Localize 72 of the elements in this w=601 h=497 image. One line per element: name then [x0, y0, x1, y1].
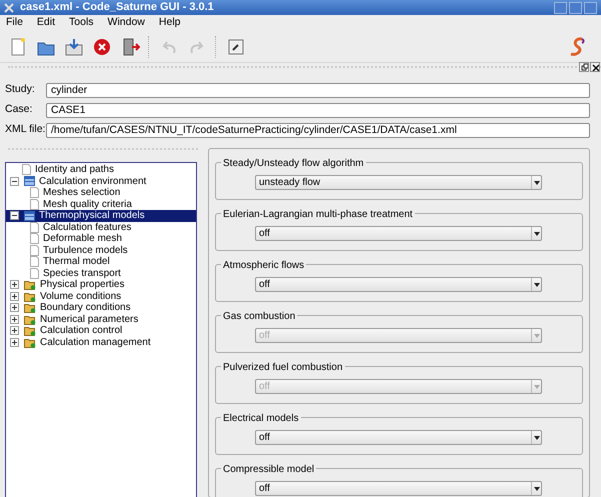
- tree-item[interactable]: Boundary conditions: [6, 302, 196, 314]
- dropdown[interactable]: off: [255, 226, 542, 241]
- text-field[interactable]: CASE1: [46, 102, 590, 118]
- expand-icon[interactable]: [10, 326, 19, 336]
- caret-icon: [534, 282, 540, 286]
- menu-item[interactable]: Tools: [69, 15, 94, 31]
- window-title: case1.xml - Code_Saturne GUI - 3.0.1: [19, 0, 215, 16]
- folder-icon: [24, 279, 36, 290]
- page-icon: [30, 187, 39, 198]
- folder-icon: [24, 314, 36, 325]
- folder-icon: [24, 325, 36, 336]
- group-title: Compressible model: [221, 462, 316, 477]
- tree-item[interactable]: Species transport: [6, 268, 196, 279]
- expand-icon[interactable]: [10, 292, 19, 301]
- tree-item[interactable]: Physical properties: [6, 279, 196, 290]
- tree-item[interactable]: Identity and paths: [6, 164, 196, 176]
- expand-icon[interactable]: [10, 303, 19, 312]
- caret-icon: [534, 334, 540, 338]
- tree-item[interactable]: Mesh quality criteria: [6, 198, 196, 210]
- menu-item[interactable]: Edit: [36, 15, 56, 31]
- page-icon: [30, 256, 39, 268]
- dropdown[interactable]: off: [255, 481, 542, 496]
- tree-item[interactable]: Calculation environment: [6, 176, 196, 187]
- expand-icon[interactable]: [10, 314, 19, 324]
- page-icon: [30, 244, 39, 256]
- dropdown[interactable]: off: [255, 277, 542, 292]
- page-icon: [30, 198, 39, 210]
- tree-item[interactable]: Thermal model: [6, 256, 196, 268]
- caret-icon: [534, 180, 540, 184]
- tree-item[interactable]: Thermophysical models: [6, 210, 196, 222]
- dropdown[interactable]: unsteady flow: [255, 175, 542, 190]
- caret-icon: [534, 384, 540, 388]
- menu-item[interactable]: Help: [158, 15, 180, 31]
- folder-icon: [24, 336, 36, 348]
- caret-icon: [534, 486, 540, 490]
- collapse-icon[interactable]: [10, 176, 19, 186]
- page-icon: [30, 222, 39, 233]
- text-field[interactable]: /home/tufan/CASES/NTNU_IT/codeSaturnePracticing/cylinder/CASE1/DATA/case1.xml: [46, 122, 590, 138]
- group-title: Atmospheric flows: [221, 258, 306, 273]
- page-icon: [30, 268, 39, 279]
- close-button[interactable]: [590, 62, 600, 72]
- expand-icon[interactable]: [10, 338, 19, 347]
- folder-icon: [24, 290, 36, 302]
- caret-icon: [534, 436, 540, 440]
- folder-icon: [24, 302, 36, 314]
- menu-item[interactable]: File: [6, 15, 23, 31]
- tree-item[interactable]: Calculation features: [6, 222, 196, 233]
- tree-item[interactable]: Calculation control: [6, 325, 196, 336]
- collapse-icon[interactable]: [10, 211, 19, 220]
- text-field[interactable]: cylinder: [46, 82, 590, 98]
- tree-item[interactable]: Volume conditions: [6, 290, 196, 302]
- page-icon: [30, 233, 39, 244]
- caret-icon: [534, 232, 540, 236]
- group-title: Eulerian-Lagrangian multi-phase treatment: [221, 207, 415, 222]
- window-icon: [24, 210, 35, 221]
- app-icon: [4, 2, 14, 12]
- field-label: XML file:: [5, 122, 46, 138]
- field-label: Study:: [5, 82, 36, 98]
- tree-item[interactable]: Meshes selection: [6, 187, 196, 198]
- window-icon: [24, 176, 35, 186]
- tree-item[interactable]: Turbulence models: [6, 244, 196, 256]
- float-button[interactable]: [579, 62, 589, 72]
- tree-item[interactable]: Deformable mesh: [6, 233, 196, 244]
- menu-item[interactable]: Window: [108, 15, 145, 31]
- tree-item[interactable]: Numerical parameters: [6, 314, 196, 325]
- dropdown[interactable]: off: [255, 430, 542, 445]
- tree-item[interactable]: Calculation management: [6, 336, 196, 348]
- save-button[interactable]: [64, 36, 84, 56]
- group-title: Steady/Unsteady flow algorithm: [221, 156, 366, 171]
- prefs-button[interactable]: [226, 36, 246, 56]
- expand-icon[interactable]: [10, 280, 19, 290]
- field-label: Case:: [5, 102, 34, 118]
